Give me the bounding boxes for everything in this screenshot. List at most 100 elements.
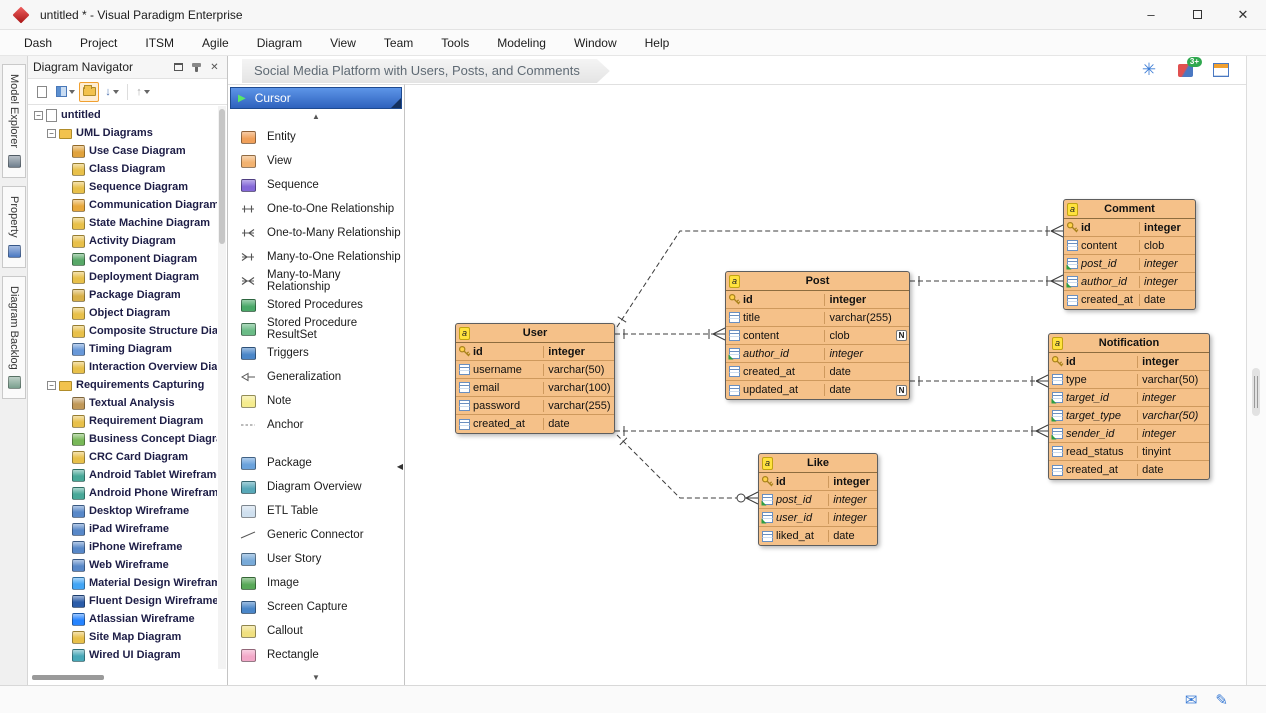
tree-item-activity-diagram[interactable]: Activity Diagram (28, 232, 217, 250)
entity-header[interactable]: aUser (456, 324, 614, 343)
palette-item-view[interactable]: View (228, 149, 404, 173)
tree-horizontal-scrollbar[interactable] (32, 675, 202, 681)
column-notification-created-at[interactable]: created_atdate (1049, 461, 1209, 479)
side-tab-property[interactable]: Property (2, 186, 26, 268)
entity-comment[interactable]: aCommentidintegercontentclobpost_idinteg… (1063, 199, 1196, 310)
float-panel-icon[interactable] (171, 60, 186, 75)
tree-item-deployment-diagram[interactable]: Deployment Diagram (28, 268, 217, 286)
entity-notification[interactable]: aNotificationidintegertypevarchar(50)tar… (1048, 333, 1210, 480)
collapse-toggle[interactable]: − (34, 111, 43, 120)
menu-project[interactable]: Project (66, 36, 131, 50)
group-by-icon[interactable] (55, 82, 76, 102)
entity-like[interactable]: aLikeidintegerpost_idintegeruser_idinteg… (758, 453, 878, 546)
palette-item-package[interactable]: Package (228, 451, 404, 475)
palette-item-stored-procedures[interactable]: Stored Procedures (228, 293, 404, 317)
column-post-updated-at[interactable]: updated_atdateN (726, 381, 909, 399)
side-tab-model-explorer[interactable]: Model Explorer (2, 64, 26, 178)
side-tab-diagram-backlog[interactable]: Diagram Backlog (2, 276, 26, 400)
menu-diagram[interactable]: Diagram (243, 36, 316, 50)
palette-item-triggers[interactable]: Triggers (228, 341, 404, 365)
column-user-password[interactable]: passwordvarchar(255) (456, 397, 614, 415)
show-folders-icon[interactable] (79, 82, 99, 102)
diagram-title-tab[interactable]: Social Media Platform with Users, Posts,… (242, 59, 610, 83)
tree-item-communication-diagram[interactable]: Communication Diagram (28, 196, 217, 214)
minimize-button[interactable]: – (1128, 0, 1174, 29)
column-user-email[interactable]: emailvarchar(100) (456, 379, 614, 397)
palette-item-cursor[interactable]: ▶ Cursor (230, 87, 402, 109)
column-like-id[interactable]: idinteger (759, 473, 877, 491)
palette-item-callout[interactable]: Callout (228, 619, 404, 643)
column-like-post-id[interactable]: post_idinteger (759, 491, 877, 509)
menu-team[interactable]: Team (370, 36, 427, 50)
tree-item-object-diagram[interactable]: Object Diagram (28, 304, 217, 322)
close-panel-icon[interactable]: ✕ (207, 60, 222, 75)
tree-item-composite-structure-diagram[interactable]: Composite Structure Diagram (28, 322, 217, 340)
tree-item-ipad-wireframe[interactable]: iPad Wireframe (28, 520, 217, 538)
tree-item-web-wireframe[interactable]: Web Wireframe (28, 556, 217, 574)
column-like-user-id[interactable]: user_idinteger (759, 509, 877, 527)
whats-new-icon[interactable]: 3+ (1174, 59, 1196, 81)
palette-item-rectangle[interactable]: Rectangle (228, 643, 404, 667)
entity-header[interactable]: aNotification (1049, 334, 1209, 353)
tree-item-site-map-diagram[interactable]: Site Map Diagram (28, 628, 217, 646)
tree-vertical-scrollbar[interactable] (218, 106, 226, 669)
tree-item-use-case-diagram[interactable]: Use Case Diagram (28, 142, 217, 160)
palette-item-anchor[interactable]: Anchor (228, 413, 404, 437)
column-notification-type[interactable]: typevarchar(50) (1049, 371, 1209, 389)
relationship-user-post[interactable] (615, 328, 725, 340)
palette-item-one-to-one-relationship[interactable]: One-to-One Relationship (228, 197, 404, 221)
tree-item-crc-card-diagram[interactable]: CRC Card Diagram (28, 448, 217, 466)
tree-item-textual-analysis[interactable]: Textual Analysis (28, 394, 217, 412)
column-comment-id[interactable]: idinteger (1064, 219, 1195, 237)
diagram-canvas[interactable]: aUser idinteger usernamevarchar(50)emailva… (405, 84, 1246, 685)
palette-item-stored-procedure-resultset[interactable]: Stored Procedure ResultSet (228, 317, 404, 341)
relationship-user-like[interactable] (617, 435, 758, 504)
palette-item-generalization[interactable]: Generalization (228, 365, 404, 389)
palette-scroll-up[interactable]: ▲ (228, 111, 404, 123)
tree-item-atlassian-wireframe[interactable]: Atlassian Wireframe (28, 610, 217, 628)
palette-item-generic-connector[interactable]: Generic Connector (228, 523, 404, 547)
column-like-liked-at[interactable]: liked_atdate (759, 527, 877, 545)
relationship-post-notification[interactable] (910, 375, 1048, 387)
column-post-content[interactable]: contentclobN (726, 327, 909, 345)
scrollbar-thumb[interactable] (219, 109, 225, 244)
tree-item-uml-diagrams[interactable]: −UML Diagrams (28, 124, 217, 142)
tree-item-wired-ui-diagram[interactable]: Wired UI Diagram (28, 646, 217, 664)
pin-panel-icon[interactable] (189, 60, 204, 75)
palette-item-etl-table[interactable]: ETL Table (228, 499, 404, 523)
relationship-post-comment[interactable] (910, 275, 1063, 287)
sort-icon[interactable]: ↓ (102, 82, 122, 102)
column-notification-id[interactable]: idinteger (1049, 353, 1209, 371)
entity-user[interactable]: aUseridintegerusernamevarchar(50)emailva… (455, 323, 615, 434)
tree-item-desktop-wireframe[interactable]: Desktop Wireframe (28, 502, 217, 520)
column-post-id[interactable]: idinteger (726, 291, 909, 309)
column-notification-sender-id[interactable]: sender_idinteger (1049, 425, 1209, 443)
collapse-toggle[interactable]: − (47, 381, 56, 390)
menu-itsm[interactable]: ITSM (131, 36, 188, 50)
palette-scroll-down[interactable]: ▼ (228, 672, 404, 684)
navigate-up-icon[interactable]: ↑ (133, 82, 153, 102)
menu-agile[interactable]: Agile (188, 36, 243, 50)
column-post-created-at[interactable]: created_atdate (726, 363, 909, 381)
palette-item-many-to-many-relationship[interactable]: Many-to-Many Relationship (228, 269, 404, 293)
menu-view[interactable]: View (316, 36, 370, 50)
tree-item-interaction-overview-diagram[interactable]: Interaction Overview Diagram (28, 358, 217, 376)
menu-window[interactable]: Window (560, 36, 631, 50)
tree-item-requirement-diagram[interactable]: Requirement Diagram (28, 412, 217, 430)
tree-item-material-design-wireframe[interactable]: Material Design Wireframe (28, 574, 217, 592)
palette-item-many-to-one-relationship[interactable]: Many-to-One Relationship (228, 245, 404, 269)
column-user-username[interactable]: usernamevarchar(50) (456, 361, 614, 379)
column-comment-content[interactable]: contentclob (1064, 237, 1195, 255)
palette-item-image[interactable]: Image (228, 571, 404, 595)
entity-header[interactable]: aPost (726, 272, 909, 291)
column-post-title[interactable]: titlevarchar(255) (726, 309, 909, 327)
column-comment-author-id[interactable]: author_idinteger (1064, 273, 1195, 291)
mail-icon[interactable]: ✉ (1185, 691, 1198, 709)
palette-item-one-to-many-relationship[interactable]: One-to-Many Relationship (228, 221, 404, 245)
entity-header[interactable]: aComment (1064, 200, 1195, 219)
sync-icon[interactable]: ✳ (1138, 59, 1160, 81)
table-view-icon[interactable] (1210, 59, 1232, 81)
tree-item-requirements-capturing[interactable]: −Requirements Capturing (28, 376, 217, 394)
palette-item-user-story[interactable]: User Story (228, 547, 404, 571)
tree-item-package-diagram[interactable]: Package Diagram (28, 286, 217, 304)
